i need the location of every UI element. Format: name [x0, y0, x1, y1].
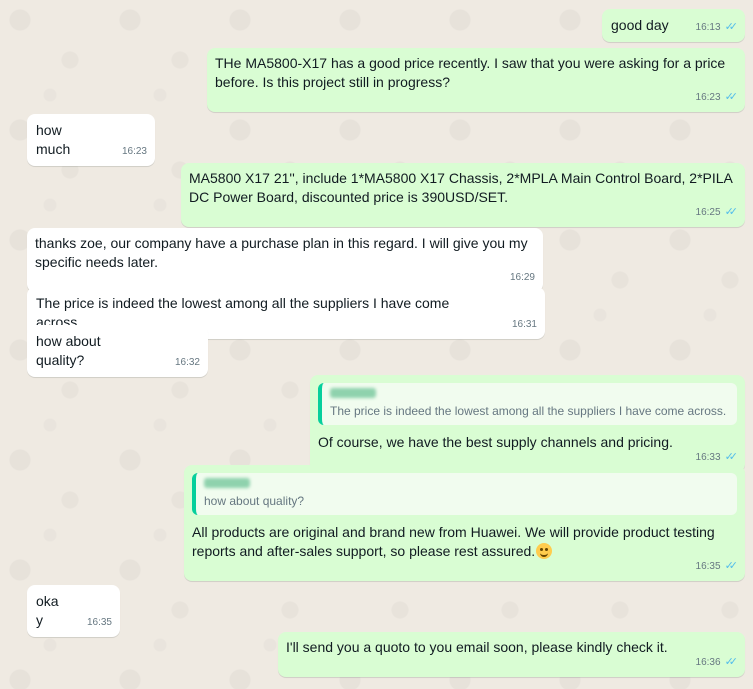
read-receipt-icon: ✓✓: [724, 21, 739, 33]
message-text: MA5800 X17 21'', include 1*MA5800 X17 Ch…: [189, 170, 736, 205]
message-meta: 16:23: [122, 142, 147, 161]
quoted-message-text: The price is indeed the lowest among all…: [330, 404, 727, 418]
message-meta: 16:35 ✓✓: [695, 557, 739, 576]
message-time: 16:35: [86, 617, 112, 628]
message-text: good day: [611, 17, 669, 33]
message-meta: 16:23 ✓✓: [695, 88, 739, 107]
outgoing-reply-message[interactable]: how about quality? All products are orig…: [184, 465, 745, 581]
incoming-message[interactable]: okay 16:35: [27, 585, 120, 637]
read-receipt-icon: ✓✓: [724, 560, 739, 572]
message-time: 16:25: [695, 207, 721, 218]
quoted-message[interactable]: how about quality?: [192, 473, 737, 515]
chat-message-list[interactable]: good day 16:13 ✓✓ THe MA5800-X17 has a g…: [0, 0, 753, 689]
quoted-message-text: how about quality?: [204, 494, 305, 508]
incoming-message[interactable]: how about quality? 16:32: [27, 325, 208, 377]
read-receipt-icon: ✓✓: [724, 91, 739, 103]
message-meta: 16:35: [87, 613, 112, 632]
outgoing-message[interactable]: MA5800 X17 21'', include 1*MA5800 X17 Ch…: [181, 163, 745, 227]
message-meta: 16:25 ✓✓: [695, 203, 739, 222]
message-time: 16:29: [509, 272, 535, 283]
message-time: 16:32: [174, 357, 200, 368]
message-meta: 16:13 ✓✓: [695, 18, 739, 37]
message-time: 16:23: [695, 92, 721, 103]
outgoing-message[interactable]: THe MA5800-X17 has a good price recently…: [207, 48, 745, 112]
smiling-face-emoji-icon: [536, 543, 553, 559]
quoted-message[interactable]: The price is indeed the lowest among all…: [318, 383, 737, 425]
incoming-message[interactable]: how much 16:23: [27, 114, 155, 166]
outgoing-message[interactable]: good day 16:13 ✓✓: [602, 9, 745, 42]
message-text: okay: [36, 593, 59, 628]
message-meta: 16:32: [175, 353, 200, 372]
message-text: how much: [36, 122, 71, 157]
message-text: thanks zoe, our company have a purchase …: [35, 235, 532, 270]
message-meta: 16:31: [512, 315, 537, 334]
message-time: 16:36: [695, 657, 721, 668]
read-receipt-icon: ✓✓: [724, 206, 739, 218]
message-time: 16:23: [121, 146, 147, 157]
quoted-author-name-blurred: [330, 388, 376, 398]
outgoing-message[interactable]: I'll send you a quoto to you email soon,…: [278, 632, 745, 677]
message-text: Of course, we have the best supply chann…: [318, 434, 673, 450]
message-time: 16:31: [511, 319, 537, 330]
message-text: THe MA5800-X17 has a good price recently…: [215, 55, 730, 90]
read-receipt-icon: ✓✓: [724, 656, 739, 668]
outgoing-reply-message[interactable]: The price is indeed the lowest among all…: [310, 375, 745, 472]
message-meta: 16:36 ✓✓: [695, 653, 739, 672]
message-time: 16:13: [695, 22, 721, 33]
message-time: 16:35: [695, 561, 721, 572]
incoming-message[interactable]: thanks zoe, our company have a purchase …: [27, 228, 543, 292]
quoted-author-name-blurred: [204, 478, 250, 488]
message-text: how about quality?: [36, 333, 105, 368]
message-meta: 16:29: [510, 268, 535, 287]
message-text: I'll send you a quoto to you email soon,…: [286, 639, 668, 655]
message-text: All products are original and brand new …: [192, 524, 719, 559]
